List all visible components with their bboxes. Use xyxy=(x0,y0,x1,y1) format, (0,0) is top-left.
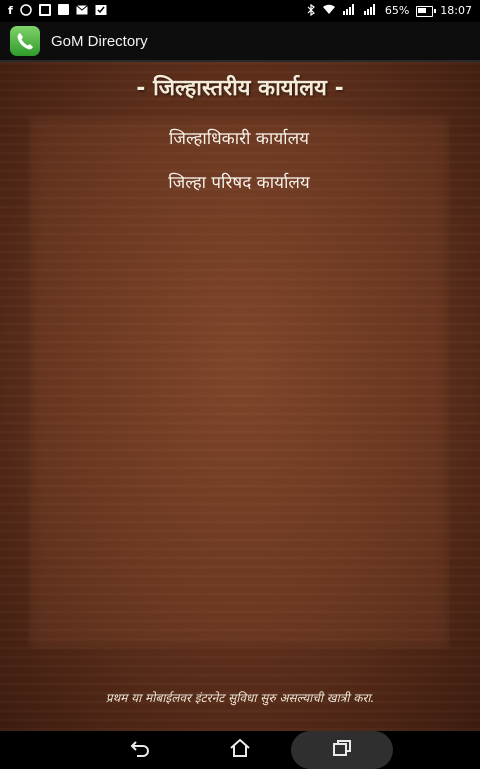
action-bar: GoM Directory xyxy=(0,22,480,62)
list-item-label: जिल्हाधिकारी कार्यालय xyxy=(169,128,309,149)
wifi-icon xyxy=(322,4,336,18)
home-button[interactable] xyxy=(210,731,270,769)
list-item-zilla-parishad-office[interactable]: जिल्हा परिषद कार्यालय xyxy=(28,159,450,203)
message-icon xyxy=(38,3,51,19)
recent-apps-icon xyxy=(332,739,352,761)
list-item-collector-office[interactable]: जिल्हाधिकारी कार्यालय xyxy=(28,115,450,159)
footer-note: प्रथम या मोबाईलवर इंटरनेट सुविधा सुरु अस… xyxy=(105,691,375,705)
home-icon xyxy=(229,738,251,762)
whatsapp-icon xyxy=(20,3,32,19)
bluetooth-icon xyxy=(307,3,315,19)
signal-icon-2 xyxy=(363,4,378,18)
app-title: GoM Directory xyxy=(51,32,148,50)
main-content: - जिल्हास्तरीय कार्यालय - जिल्हाधिकारी क… xyxy=(0,62,480,731)
back-icon xyxy=(130,739,150,761)
image-icon xyxy=(57,4,69,18)
battery-percent: 65% xyxy=(384,4,410,17)
recent-apps-button[interactable] xyxy=(291,731,393,769)
office-list: जिल्हाधिकारी कार्यालय जिल्हा परिषद कार्य… xyxy=(28,115,450,649)
back-button[interactable] xyxy=(110,731,170,769)
battery-icon xyxy=(416,5,437,17)
status-left: f xyxy=(8,3,107,19)
signal-icon xyxy=(342,4,357,18)
mail-icon xyxy=(75,4,88,18)
notification-f-icon: f xyxy=(8,4,13,17)
clock: 18:07 xyxy=(440,4,472,17)
page-title: - जिल्हास्तरीय कार्यालय - xyxy=(136,76,344,101)
navigation-bar xyxy=(0,731,480,769)
status-right: 65% 18:07 xyxy=(307,3,472,19)
list-item-label: जिल्हा परिषद कार्यालय xyxy=(168,172,310,193)
status-bar: f 65% 18:07 xyxy=(0,0,480,22)
phone-icon[interactable] xyxy=(10,26,40,56)
check-icon xyxy=(95,4,107,19)
